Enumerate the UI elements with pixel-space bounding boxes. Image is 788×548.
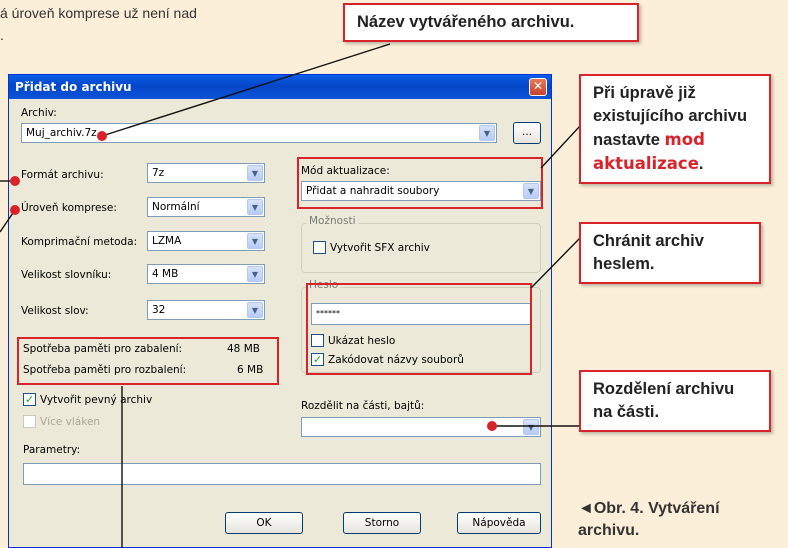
method-label: Komprimační metoda: (21, 236, 138, 248)
cancel-button[interactable]: Storno (343, 512, 421, 534)
word-size-value: 32 (152, 304, 166, 316)
memory-highlight (17, 337, 279, 385)
parameters-input[interactable] (23, 463, 541, 485)
multithread-label: Více vláken (40, 415, 101, 428)
callout-split: Rozdělení archivu na části. (579, 370, 771, 432)
browse-button[interactable]: ... (513, 122, 541, 144)
check-icon[interactable]: ✓ (23, 393, 36, 406)
article-text-line-1: á úroveň komprese už není nad (0, 5, 197, 21)
chevron-down-icon[interactable]: ▼ (247, 302, 263, 318)
chevron-down-icon[interactable]: ▼ (247, 266, 263, 282)
parameters-label: Parametry: (23, 444, 81, 456)
word-size-label: Velikost slov: (21, 305, 89, 317)
format-label: Formát archivu: (21, 169, 104, 181)
sfx-label: Vytvořit SFX archiv (330, 241, 430, 254)
method-select[interactable]: LZMA ▼ (147, 231, 265, 251)
sfx-checkbox[interactable]: Vytvořit SFX archiv (313, 241, 430, 254)
article-text-line-2: . (0, 27, 4, 43)
options-title: Možnosti (307, 215, 358, 227)
level-value: Normální (152, 201, 200, 213)
dictionary-label: Velikost slovníku: (21, 269, 112, 281)
level-select[interactable]: Normální ▼ (147, 197, 265, 217)
split-select[interactable]: ▼ (301, 417, 541, 437)
chevron-down-icon[interactable]: ▼ (479, 125, 495, 141)
archive-name-value: Muj_archiv.7z (26, 127, 97, 139)
word-size-select[interactable]: 32 ▼ (147, 300, 265, 320)
chevron-down-icon[interactable]: ▼ (247, 199, 263, 215)
chevron-down-icon[interactable]: ▼ (247, 165, 263, 181)
format-value: 7z (152, 167, 165, 179)
dialog-title: Přidat do archivu (15, 80, 132, 94)
format-select[interactable]: 7z ▼ (147, 163, 265, 183)
callout-update-mode: Při úpravě již existujícího archivu nast… (579, 74, 771, 184)
callout-password: Chránit archiv heslem. (579, 222, 761, 284)
checkbox-empty-icon (23, 415, 36, 428)
dialog-titlebar[interactable]: Přidat do archivu ✕ (9, 75, 551, 99)
callout-archive-name: Název vytvářeného archivu. (343, 3, 639, 42)
update-mode-highlight (297, 157, 543, 209)
close-button[interactable]: ✕ (529, 78, 547, 96)
level-label: Úroveň komprese: (21, 202, 117, 214)
ok-button[interactable]: OK (225, 512, 303, 534)
archive-label: Archiv: (21, 107, 57, 119)
dictionary-select[interactable]: 4 MB ▼ (147, 264, 265, 284)
help-button[interactable]: Nápověda (457, 512, 541, 534)
method-value: LZMA (152, 235, 182, 247)
chevron-down-icon[interactable]: ▼ (523, 419, 539, 435)
archive-name-combo[interactable]: Muj_archiv.7z ▼ (21, 123, 497, 143)
article-text: á úroveň komprese už není nad . (0, 2, 340, 46)
figure-caption: ◄Obr. 4. Vytváření archivu. (578, 500, 720, 539)
checkbox-empty-icon[interactable] (313, 241, 326, 254)
multithread-checkbox: Více vláken (23, 415, 100, 428)
chevron-down-icon[interactable]: ▼ (247, 233, 263, 249)
solid-archive-label: Vytvořit pevný archiv (40, 393, 153, 406)
dictionary-value: 4 MB (152, 268, 179, 280)
password-highlight (306, 283, 532, 375)
solid-archive-checkbox[interactable]: ✓ Vytvořit pevný archiv (23, 393, 152, 406)
split-label: Rozdělit na části, bajtů: (301, 400, 425, 412)
